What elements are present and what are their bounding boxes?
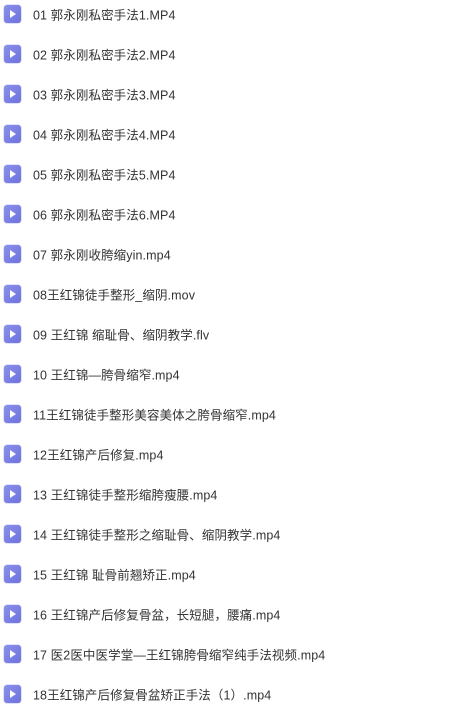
video-file-icon (4, 325, 21, 343)
file-name: 18王红锦产后修复骨盆矫正手法（1）.mp4 (33, 688, 272, 703)
file-name: 06 郭永刚私密手法6.MP4 (33, 208, 176, 223)
list-item[interactable]: 03 郭永刚私密手法3.MP4 (0, 74, 455, 114)
file-name: 16 王红锦产后修复骨盆，长短腿，腰痛.mp4 (33, 608, 281, 623)
list-item[interactable]: 16 王红锦产后修复骨盆，长短腿，腰痛.mp4 (0, 594, 455, 634)
file-name: 09 王红锦 缩耻骨、缩阴教学.flv (33, 328, 210, 343)
file-name: 11王红锦徒手整形美容美体之胯骨缩窄.mp4 (33, 408, 276, 423)
list-item[interactable]: 05 郭永刚私密手法5.MP4 (0, 154, 455, 194)
video-file-icon (4, 485, 21, 503)
list-item[interactable]: 15 王红锦 耻骨前翘矫正.mp4 (0, 554, 455, 594)
video-file-icon (4, 45, 21, 63)
list-item[interactable]: 01 郭永刚私密手法1.MP4 (0, 0, 455, 34)
file-name: 05 郭永刚私密手法5.MP4 (33, 168, 176, 183)
file-name: 14 王红锦徒手整形之缩耻骨、缩阴教学.mp4 (33, 528, 281, 543)
list-item[interactable]: 10 王红锦—胯骨缩窄.mp4 (0, 354, 455, 394)
video-file-icon (4, 565, 21, 583)
video-file-icon (4, 245, 21, 263)
list-item[interactable]: 12王红锦产后修复.mp4 (0, 434, 455, 474)
video-file-icon (4, 205, 21, 223)
list-item[interactable]: 13 王红锦徒手整形缩胯瘦腰.mp4 (0, 474, 455, 514)
file-name: 10 王红锦—胯骨缩窄.mp4 (33, 368, 180, 383)
video-file-icon (4, 405, 21, 423)
file-name: 17 医2医中医学堂—王红锦胯骨缩窄纯手法视频.mp4 (33, 648, 326, 663)
file-name: 07 郭永刚收胯缩yin.mp4 (33, 248, 171, 263)
video-file-icon (4, 285, 21, 303)
file-name: 01 郭永刚私密手法1.MP4 (33, 8, 176, 23)
list-item[interactable]: 04 郭永刚私密手法4.MP4 (0, 114, 455, 154)
list-item[interactable]: 11王红锦徒手整形美容美体之胯骨缩窄.mp4 (0, 394, 455, 434)
list-item[interactable]: 09 王红锦 缩耻骨、缩阴教学.flv (0, 314, 455, 354)
file-name: 04 郭永刚私密手法4.MP4 (33, 128, 176, 143)
list-item[interactable]: 06 郭永刚私密手法6.MP4 (0, 194, 455, 234)
list-item[interactable]: 07 郭永刚收胯缩yin.mp4 (0, 234, 455, 274)
list-item[interactable]: 17 医2医中医学堂—王红锦胯骨缩窄纯手法视频.mp4 (0, 634, 455, 674)
file-name: 13 王红锦徒手整形缩胯瘦腰.mp4 (33, 488, 218, 503)
video-file-icon (4, 525, 21, 543)
list-item[interactable]: 08王红锦徒手整形_缩阴.mov (0, 274, 455, 314)
list-item[interactable]: 02 郭永刚私密手法2.MP4 (0, 34, 455, 74)
video-file-icon (4, 685, 21, 703)
file-name: 08王红锦徒手整形_缩阴.mov (33, 288, 196, 303)
file-list: 01 郭永刚私密手法1.MP4 02 郭永刚私密手法2.MP4 03 郭永刚私密… (0, 0, 455, 706)
video-file-icon (4, 605, 21, 623)
video-file-icon (4, 5, 21, 23)
video-file-icon (4, 445, 21, 463)
list-item[interactable]: 14 王红锦徒手整形之缩耻骨、缩阴教学.mp4 (0, 514, 455, 554)
video-file-icon (4, 125, 21, 143)
video-file-icon (4, 85, 21, 103)
list-item[interactable]: 18王红锦产后修复骨盆矫正手法（1）.mp4 (0, 674, 455, 706)
video-file-icon (4, 165, 21, 183)
file-name: 15 王红锦 耻骨前翘矫正.mp4 (33, 568, 196, 583)
file-name: 02 郭永刚私密手法2.MP4 (33, 48, 176, 63)
file-name: 03 郭永刚私密手法3.MP4 (33, 88, 176, 103)
video-file-icon (4, 645, 21, 663)
video-file-icon (4, 365, 21, 383)
file-name: 12王红锦产后修复.mp4 (33, 448, 164, 463)
